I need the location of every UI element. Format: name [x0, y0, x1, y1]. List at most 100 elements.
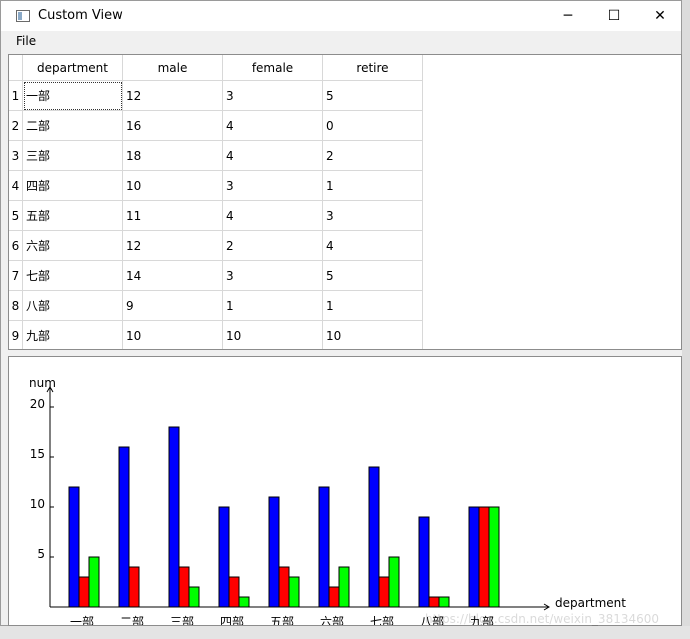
table-cell[interactable]: 四部: [23, 171, 123, 201]
x-tick-label: 六部: [320, 614, 344, 625]
row-header[interactable]: 1: [9, 81, 23, 111]
bar: [438, 596, 450, 608]
column-header-1[interactable]: male: [123, 55, 223, 81]
bar: [188, 586, 200, 608]
x-tick-label: 三部: [170, 614, 194, 625]
bar: [78, 576, 90, 608]
table-cell[interactable]: 10: [323, 321, 423, 349]
table-cell[interactable]: 3: [223, 261, 323, 291]
bar: [228, 576, 240, 608]
column-header-2[interactable]: female: [223, 55, 323, 81]
column-header-0[interactable]: department: [23, 55, 123, 81]
table-cell[interactable]: 10: [123, 321, 223, 349]
x-tick-label: 四部: [220, 614, 244, 625]
table-cell[interactable]: 1: [223, 291, 323, 321]
x-tick-label: 一部: [70, 614, 94, 625]
table-cell[interactable]: 2: [223, 231, 323, 261]
maximize-button[interactable]: ☐: [591, 1, 637, 31]
bar: [88, 556, 100, 608]
y-tick-label: 20: [30, 397, 45, 411]
y-tick-label: 15: [30, 447, 45, 461]
row-header[interactable]: 3: [9, 141, 23, 171]
table-cell[interactable]: 1: [323, 291, 423, 321]
table-cell[interactable]: 1: [323, 171, 423, 201]
table-cell[interactable]: 9: [123, 291, 223, 321]
bar: [128, 566, 140, 608]
menu-bar: File: [1, 31, 681, 53]
bar: [238, 596, 250, 608]
column-header-3[interactable]: retire: [323, 55, 423, 81]
row-header[interactable]: 6: [9, 231, 23, 261]
bar: [328, 586, 340, 608]
y-tick-label: 5: [37, 547, 45, 561]
bar: [488, 506, 500, 608]
bar: [218, 506, 230, 608]
app-window-icon: [16, 10, 30, 22]
table-cell[interactable]: 六部: [23, 231, 123, 261]
table-cell[interactable]: 八部: [23, 291, 123, 321]
close-button[interactable]: ✕: [637, 1, 683, 31]
table-cell[interactable]: 七部: [23, 261, 123, 291]
bar: [468, 506, 480, 608]
bar: [318, 486, 330, 608]
table-cell[interactable]: 3: [323, 201, 423, 231]
table-cell[interactable]: 三部: [23, 141, 123, 171]
bar: [368, 466, 380, 608]
background-window-edge: [682, 0, 690, 639]
table-cell[interactable]: 10: [223, 321, 323, 349]
bar: [268, 496, 280, 608]
data-table[interactable]: department male female retire 1 一部 12 3 5 2 二部 16 4 0…: [8, 54, 682, 350]
table-cell[interactable]: 九部: [23, 321, 123, 349]
watermark-text: https://blog.csdn.net/weixin_38134600: [425, 612, 660, 626]
minimize-button[interactable]: ─: [545, 1, 591, 31]
bar: [68, 486, 80, 608]
table-cell[interactable]: 5: [323, 81, 423, 111]
table-cell[interactable]: 11: [123, 201, 223, 231]
x-tick-label: 七部: [370, 614, 394, 625]
bar: [478, 506, 490, 608]
table-cell[interactable]: 10: [123, 171, 223, 201]
row-header[interactable]: 4: [9, 171, 23, 201]
table-cell[interactable]: 12: [123, 231, 223, 261]
bar: [278, 566, 290, 608]
table-cell[interactable]: 0: [323, 111, 423, 141]
table-cell[interactable]: 18: [123, 141, 223, 171]
bar: [388, 556, 400, 608]
row-header[interactable]: 5: [9, 201, 23, 231]
table-cell[interactable]: 5: [323, 261, 423, 291]
table-cell[interactable]: 五部: [23, 201, 123, 231]
table-cell[interactable]: 3: [223, 81, 323, 111]
y-tick-label: 10: [30, 497, 45, 511]
y-axis-label: num: [29, 376, 56, 390]
table-cell[interactable]: 12: [123, 81, 223, 111]
x-axis-label: department: [555, 596, 626, 610]
table-cell[interactable]: 14: [123, 261, 223, 291]
bar-chart: numdepartment5101520一部 二部 三部 四部 五部 六部 七部 八部 九部: [29, 376, 626, 625]
x-tick-label: 二部: [120, 614, 144, 625]
bar: [168, 426, 180, 608]
bar: [428, 596, 440, 608]
bar: [178, 566, 190, 608]
row-header[interactable]: 7: [9, 261, 23, 291]
table-cell[interactable]: 4: [223, 141, 323, 171]
row-header[interactable]: 8: [9, 291, 23, 321]
table-cell[interactable]: 二部: [23, 111, 123, 141]
bar: [118, 446, 130, 608]
row-header[interactable]: 9: [9, 321, 23, 349]
table-cell[interactable]: 一部: [23, 81, 123, 111]
table-cell[interactable]: 2: [323, 141, 423, 171]
table-cell[interactable]: 3: [223, 171, 323, 201]
title-bar[interactable]: Custom View ─ ☐ ✕: [1, 1, 681, 31]
table-cell[interactable]: 4: [323, 231, 423, 261]
table-cell[interactable]: 4: [223, 111, 323, 141]
table-cell[interactable]: 16: [123, 111, 223, 141]
bar: [338, 566, 350, 608]
table-corner-button[interactable]: [9, 55, 23, 81]
bar-chart-view: num department 5 10 15 20 一部 二部 三部 四部 五部 六部 七部 八部 九部: [8, 356, 682, 626]
bar: [288, 576, 300, 608]
bar: [418, 516, 430, 608]
row-header[interactable]: 2: [9, 111, 23, 141]
x-tick-label: 五部: [270, 614, 294, 625]
menu-file[interactable]: File: [9, 34, 43, 48]
table-cell[interactable]: 4: [223, 201, 323, 231]
